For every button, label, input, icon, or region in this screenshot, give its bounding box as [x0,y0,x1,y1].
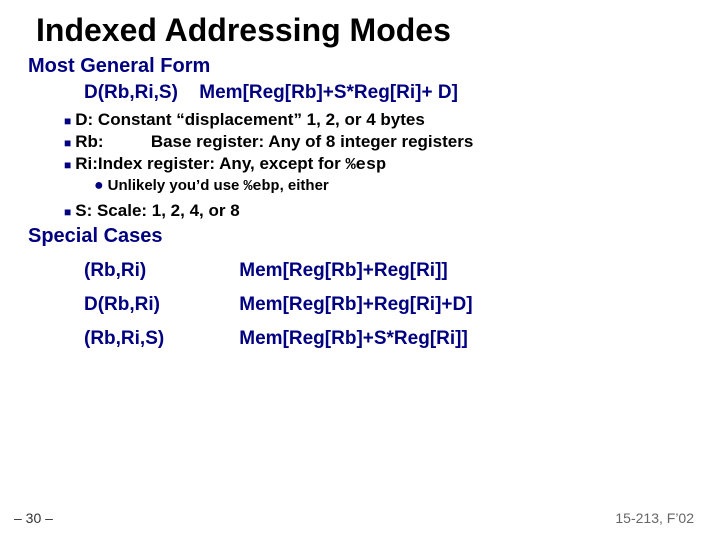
special-right: Mem[Reg[Rb]+Reg[Ri]] [239,260,447,281]
slide-title: Indexed Addressing Modes [36,12,692,49]
disc-bullet-icon: ● [94,178,104,194]
special-left: (Rb,Ri,S) [84,328,234,350]
special-row: (Rb,Ri) Mem[Reg[Rb]+Reg[Ri]] [84,260,692,282]
section-special-cases: Special Cases [28,225,692,248]
general-formula: D(Rb,Ri,S) Mem[Reg[Rb]+S*Reg[Ri]+ D] [84,82,692,104]
square-bullet-icon: ■ [64,137,71,149]
square-bullet-icon: ■ [64,206,71,218]
formula-right: Mem[Reg[Rb]+S*Reg[Ri]+ D] [199,82,458,103]
bullet-ri: ■Ri:Index register: Any, except for %esp [64,154,692,175]
bullet-d: ■D: Constant “displacement” 1, 2, or 4 b… [64,110,692,130]
bullet-rb: ■Rb: Base register: Any of 8 integer reg… [64,132,692,152]
code-esp: %esp [345,156,386,175]
special-left: D(Rb,Ri) [84,294,234,316]
formula-left: D(Rb,Ri,S) [84,82,194,104]
page-number: – 30 – [14,510,53,526]
slide: Indexed Addressing Modes Most General Fo… [0,0,720,540]
square-bullet-icon: ■ [64,115,71,127]
special-cases-table: (Rb,Ri) Mem[Reg[Rb]+Reg[Ri]] D(Rb,Ri) Me… [84,260,692,350]
special-row: D(Rb,Ri) Mem[Reg[Rb]+Reg[Ri]+D] [84,294,692,316]
subbullet-ebp: ●Unlikely you’d use %ebp, either [94,177,692,195]
special-left: (Rb,Ri) [84,260,234,282]
bullet-s: ■S: Scale: 1, 2, 4, or 8 [64,201,692,221]
square-bullet-icon: ■ [64,159,71,171]
code-ebp: %ebp [244,178,280,195]
section-general-form: Most General Form [28,55,692,78]
course-tag: 15-213, F’02 [615,510,694,526]
special-right: Mem[Reg[Rb]+S*Reg[Ri]] [239,328,468,349]
special-right: Mem[Reg[Rb]+Reg[Ri]+D] [239,294,472,315]
special-row: (Rb,Ri,S) Mem[Reg[Rb]+S*Reg[Ri]] [84,328,692,350]
